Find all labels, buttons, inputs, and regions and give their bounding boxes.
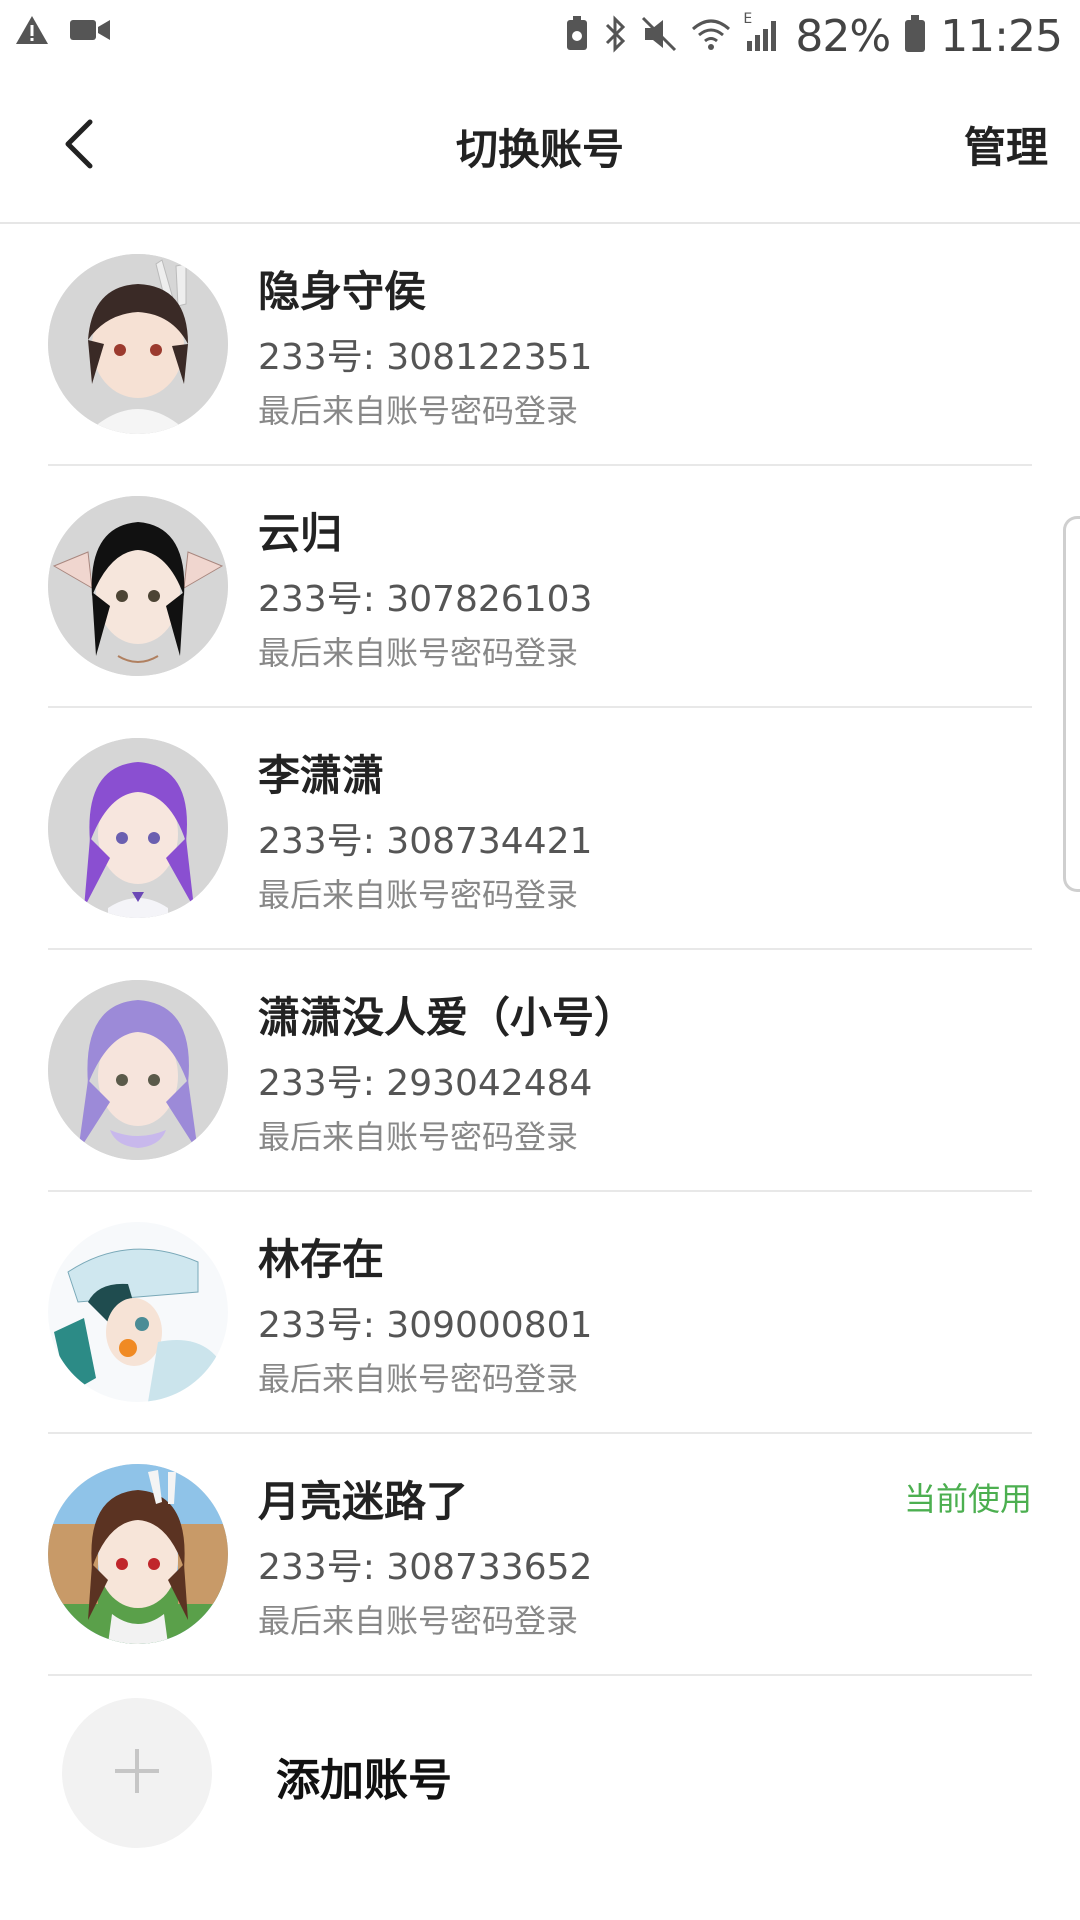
account-id: 233号: 308734421: [258, 821, 593, 862]
bluetooth-icon: [603, 15, 627, 57]
plus-icon: [113, 1747, 161, 1799]
login-method: 最后来自账号密码登录: [258, 392, 579, 430]
account-row[interactable]: 潇潇没人爱（小号） 233号: 293042484 最后来自账号密码登录: [48, 950, 1032, 1192]
battery-icon: [904, 15, 926, 57]
avatar: [48, 496, 228, 676]
avatar: [48, 980, 228, 1160]
login-method: 最后来自账号密码登录: [258, 1602, 579, 1640]
account-list: 隐身守侯 233号: 308122351 最后来自账号密码登录 云归 233号:…: [0, 224, 1080, 1676]
account-id: 233号: 293042484: [258, 1063, 593, 1104]
manage-button[interactable]: 管理: [964, 114, 1048, 175]
account-name: 隐身守侯: [258, 267, 427, 316]
add-account-label: 添加账号: [276, 1755, 452, 1806]
account-name: 李潇潇: [258, 751, 385, 800]
avatar: [48, 738, 228, 918]
current-account-badge: 当前使用: [903, 1480, 1032, 1518]
mute-icon: [641, 16, 677, 56]
account-row[interactable]: 月亮迷路了 233号: 308733652 最后来自账号密码登录 当前使用: [48, 1434, 1032, 1676]
signal-icon: E: [743, 11, 781, 55]
status-bar: E 82% 11:25: [0, 0, 1080, 70]
avatar: [48, 1222, 228, 1402]
account-id: 233号: 309000801: [258, 1305, 593, 1346]
video-icon: [70, 17, 110, 47]
account-name: 潇潇没人爱（小号）: [258, 993, 637, 1042]
page-title: 切换账号: [455, 125, 624, 174]
account-name: 云归: [258, 509, 343, 558]
account-row[interactable]: 林存在 233号: 309000801 最后来自账号密码登录: [48, 1192, 1032, 1434]
account-id: 233号: 308733652: [258, 1547, 593, 1588]
account-name: 月亮迷路了: [258, 1477, 469, 1526]
avatar: [48, 254, 228, 434]
avatar: [48, 1464, 228, 1644]
login-method: 最后来自账号密码登录: [258, 876, 579, 914]
account-id: 233号: 307826103: [258, 579, 593, 620]
account-name: 林存在: [258, 1235, 385, 1284]
login-method: 最后来自账号密码登录: [258, 634, 579, 672]
add-account-button[interactable]: 添加账号: [48, 1684, 1032, 1884]
account-id: 233号: 308122351: [258, 337, 593, 378]
top-app-bar: 切换账号 管理: [0, 70, 1080, 224]
login-method: 最后来自账号密码登录: [258, 1118, 579, 1156]
wifi-icon: [691, 17, 731, 55]
clock: 11:25: [940, 10, 1063, 62]
add-account-avatar: [62, 1698, 212, 1848]
login-method: 最后来自账号密码登录: [258, 1360, 579, 1398]
warning-icon: [14, 14, 50, 50]
battery-saver-icon: [565, 16, 589, 56]
account-row[interactable]: 云归 233号: 307826103 最后来自账号密码登录: [48, 466, 1032, 708]
account-row[interactable]: 李潇潇 233号: 308734421 最后来自账号密码登录: [48, 708, 1032, 950]
account-row[interactable]: 隐身守侯 233号: 308122351 最后来自账号密码登录: [48, 224, 1032, 466]
network-type-label: E: [743, 11, 753, 27]
battery-percent: 82%: [795, 10, 891, 62]
